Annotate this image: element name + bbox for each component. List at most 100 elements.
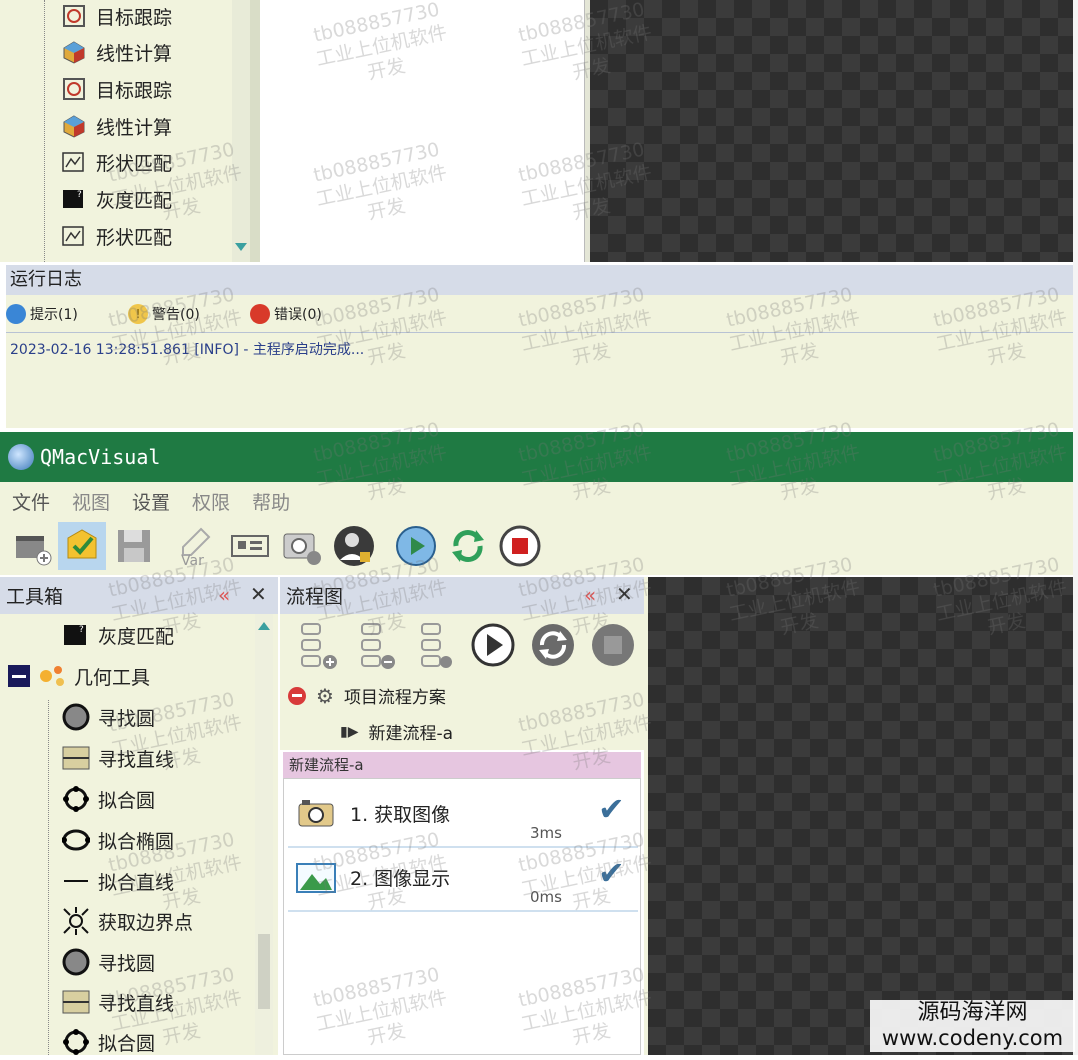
circle-icon: [62, 703, 90, 731]
run-once-button[interactable]: [392, 522, 440, 570]
variable-button[interactable]: Var: [172, 522, 220, 570]
top-tree-item[interactable]: 形状匹配: [60, 148, 172, 176]
step-time: 0ms: [530, 888, 562, 906]
flow-run-button[interactable]: [470, 622, 516, 668]
menu-file[interactable]: 文件: [12, 488, 50, 515]
flow-loop-button[interactable]: [530, 622, 576, 668]
process-node[interactable]: ▮▶ 新建流程-a: [340, 719, 453, 745]
process-play-icon: ▮▶: [340, 723, 359, 740]
collapse-minus-icon[interactable]: [288, 686, 306, 705]
geometry-group-icon: [38, 662, 66, 690]
camera-card-button[interactable]: [226, 522, 274, 570]
log-filter-bar: 提示(1) ! 警告(0) 错误(0): [6, 298, 506, 330]
toolbox-item-label: 寻找圆: [98, 952, 156, 975]
top-tree-label: 目标跟踪: [96, 79, 173, 102]
bottom-image-canvas: [648, 577, 1073, 1055]
top-tree-item[interactable]: 线性计算: [60, 38, 172, 66]
camera-settings-button[interactable]: [278, 522, 326, 570]
log-divider: [6, 332, 1073, 333]
remove-process-button[interactable]: [352, 620, 400, 670]
toolbox-group-label: 几何工具: [74, 666, 151, 689]
new-project-button[interactable]: [8, 522, 56, 570]
toolbox-item[interactable]: 获取边界点: [62, 907, 193, 935]
collapse-toggle-icon[interactable]: [8, 665, 30, 687]
image-icon: [296, 862, 336, 898]
collapse-icon[interactable]: «: [218, 583, 230, 607]
project-label: 项目流程方案: [343, 688, 446, 708]
top-tree-label: 灰度匹配: [96, 189, 173, 212]
menu-view[interactable]: 视图: [72, 488, 110, 515]
stop-icon: [592, 624, 634, 666]
run-once-icon: [396, 526, 436, 566]
camera-icon: [298, 798, 334, 832]
gear-icon: ⚙: [316, 683, 334, 708]
flow-step[interactable]: 2. 图像显示 0ms ✔: [288, 848, 638, 912]
top-tree-item[interactable]: 目标跟踪: [60, 2, 172, 30]
toolbox-item-label: 灰度匹配: [98, 625, 175, 648]
add-process-icon: [301, 623, 337, 669]
process-tab[interactable]: 新建流程-a: [283, 752, 641, 778]
top-image-canvas: [590, 0, 1073, 262]
collapse-icon[interactable]: «: [584, 583, 596, 607]
loop-run-button[interactable]: [444, 522, 492, 570]
toolbox-item-label: 寻找直线: [98, 992, 175, 1015]
error-filter[interactable]: 错误(0): [250, 304, 372, 324]
fit-circle-icon: [62, 1028, 90, 1056]
top-tree-item[interactable]: 目标跟踪: [60, 75, 172, 103]
info-filter[interactable]: 提示(1): [6, 304, 128, 324]
corner-watermark: 源码海洋网 www.codeny.com: [870, 1000, 1075, 1052]
toolbox-item[interactable]: 拟合椭圆: [62, 826, 174, 854]
loop-run-icon: [452, 530, 484, 562]
add-process-button[interactable]: [292, 620, 340, 670]
fit-ellipse-icon: [62, 826, 90, 854]
toolbox-item[interactable]: 寻找直线: [62, 744, 174, 772]
toolbox-item[interactable]: 拟合直线: [62, 867, 174, 895]
log-entry: 2023-02-16 13:28:51.861 [INFO] - 主程序启动完成…: [10, 339, 364, 359]
svg-text:?: ?: [79, 625, 84, 635]
menu-settings[interactable]: 设置: [132, 488, 170, 515]
toolbox-item-label: 拟合圆: [98, 1032, 156, 1055]
toolbox-item-label: 拟合圆: [98, 789, 156, 812]
menu-permission[interactable]: 权限: [192, 488, 230, 515]
stop-button[interactable]: [496, 522, 544, 570]
toolbox-item[interactable]: 拟合圆: [62, 1028, 155, 1056]
top-toolbox-scrollbar[interactable]: [232, 0, 250, 262]
top-tree-item[interactable]: 形状匹配: [60, 222, 172, 250]
scroll-thumb[interactable]: [258, 934, 270, 1009]
process-tab-label: 新建流程-a: [289, 756, 364, 774]
warning-filter-label: 警告(0): [152, 307, 200, 323]
warning-filter[interactable]: ! 警告(0): [128, 304, 250, 324]
toolbox-item[interactable]: 寻找圆: [62, 703, 155, 731]
top-tree-connector: [44, 0, 45, 262]
menu-bar: 文件 视图 设置 权限 帮助: [0, 482, 1073, 520]
top-tree-item[interactable]: ? 灰度匹配: [60, 185, 172, 213]
process-settings-button[interactable]: [412, 620, 460, 670]
check-icon: ✔: [598, 854, 625, 892]
target-icon: [60, 75, 88, 103]
toolbox-scrollbar[interactable]: [255, 614, 273, 1055]
menu-help[interactable]: 帮助: [252, 488, 290, 515]
top-tree-item[interactable]: 线性计算: [60, 112, 172, 140]
save-button[interactable]: [110, 522, 158, 570]
flow-stop-button[interactable]: [590, 622, 636, 668]
toolbox-item[interactable]: 寻找直线: [62, 988, 174, 1016]
variable-icon: Var: [181, 527, 211, 567]
flow-step[interactable]: 1. 获取图像 3ms ✔: [288, 784, 638, 848]
scroll-up-icon[interactable]: [258, 622, 270, 630]
toolbox-group[interactable]: 几何工具: [8, 662, 150, 690]
toolbox-item[interactable]: 寻找圆: [62, 948, 155, 976]
toolbox-item[interactable]: ? 灰度匹配: [62, 621, 174, 649]
puzzle-icon: ?: [60, 185, 88, 213]
camera-settings-icon: [283, 533, 321, 565]
toolbox-item[interactable]: 拟合圆: [62, 785, 155, 813]
user-lock-button[interactable]: [330, 522, 378, 570]
toolbox-item-label: 拟合直线: [98, 871, 175, 894]
open-project-button[interactable]: [58, 522, 106, 570]
toolbox-item-label: 拟合椭圆: [98, 830, 175, 853]
window-titlebar[interactable]: QMacVisual: [0, 432, 1073, 482]
project-node[interactable]: ⚙ 项目流程方案: [288, 683, 446, 708]
corner-watermark-title: 源码海洋网: [917, 1000, 1028, 1025]
new-project-icon: [16, 536, 52, 566]
close-icon[interactable]: ✕: [250, 582, 267, 606]
close-icon[interactable]: ✕: [616, 582, 633, 606]
